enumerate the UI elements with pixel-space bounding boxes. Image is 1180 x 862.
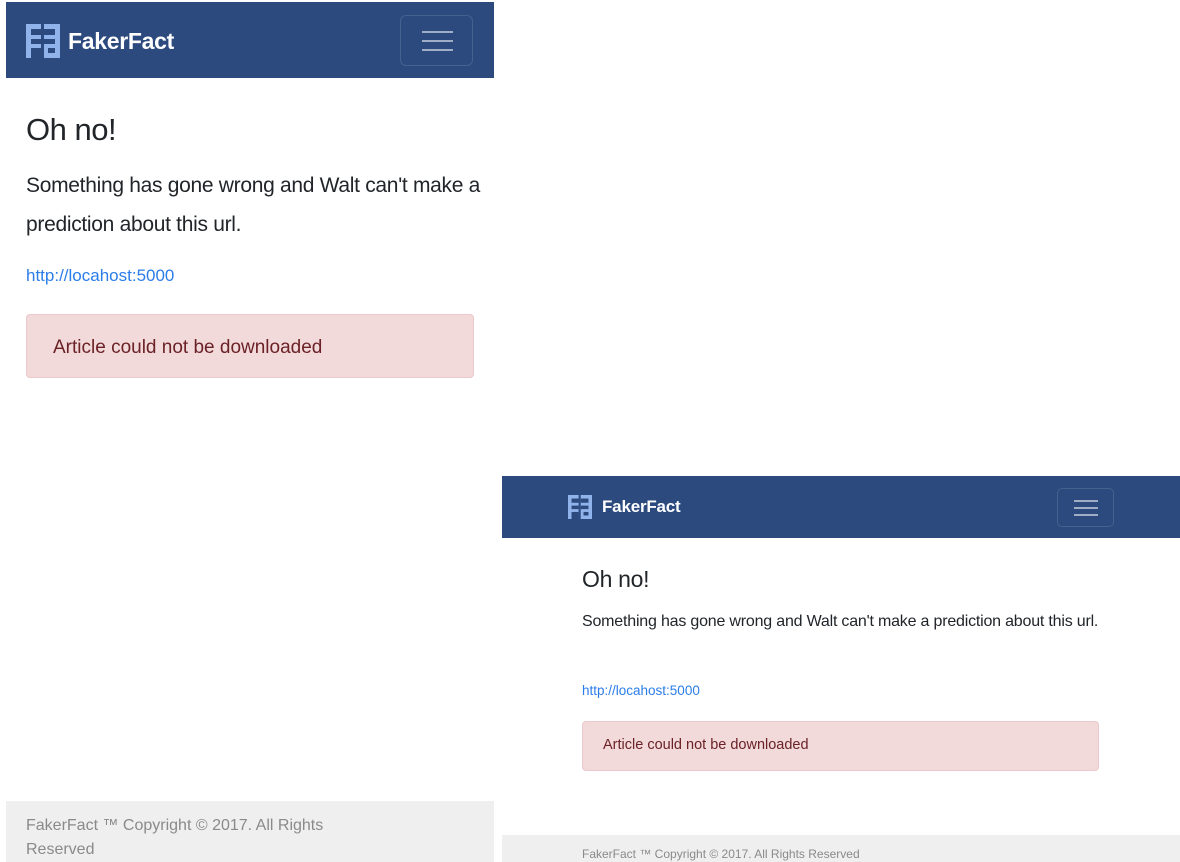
navbar: FakerFact [502, 476, 1180, 538]
tablet-view-frame: FakerFact Oh no! Something has gone wron… [502, 476, 1180, 862]
fakerfact-logo-icon[interactable] [26, 24, 60, 58]
footer: FakerFact ™ Copyright © 2017. All Rights… [6, 801, 494, 862]
footer-copyright: FakerFact ™ Copyright © 2017. All Rights… [26, 817, 324, 858]
mobile-view-frame: FakerFact Oh no! Something has gone wron… [6, 0, 494, 862]
hamburger-menu-icon [422, 31, 453, 33]
brand-name[interactable]: FakerFact [602, 495, 681, 519]
page-title: Oh no! [26, 112, 117, 147]
brand-name[interactable]: FakerFact [68, 24, 174, 58]
navbar-toggle-button[interactable] [400, 15, 473, 66]
hamburger-menu-icon [1074, 500, 1098, 502]
error-alert-text: Article could not be downloaded [53, 337, 323, 358]
article-url-link[interactable]: http://locahost:5000 [582, 683, 700, 698]
footer-copyright: FakerFact ™ Copyright © 2017. All Rights… [582, 847, 860, 861]
fakerfact-logo-icon[interactable] [568, 495, 592, 519]
navbar: FakerFact [6, 2, 494, 78]
article-url-link[interactable]: http://locahost:5000 [26, 266, 174, 286]
footer: FakerFact ™ Copyright © 2017. All Rights… [502, 835, 1180, 862]
navbar-toggle-button[interactable] [1057, 488, 1114, 527]
error-message: Something has gone wrong and Walt can't … [26, 174, 481, 236]
error-message: Something has gone wrong and Walt can't … [582, 613, 1099, 630]
page-title: Oh no! [582, 566, 650, 592]
error-alert: Article could not be downloaded [582, 721, 1099, 771]
error-alert-text: Article could not be downloaded [603, 737, 809, 753]
error-alert: Article could not be downloaded [26, 314, 474, 378]
